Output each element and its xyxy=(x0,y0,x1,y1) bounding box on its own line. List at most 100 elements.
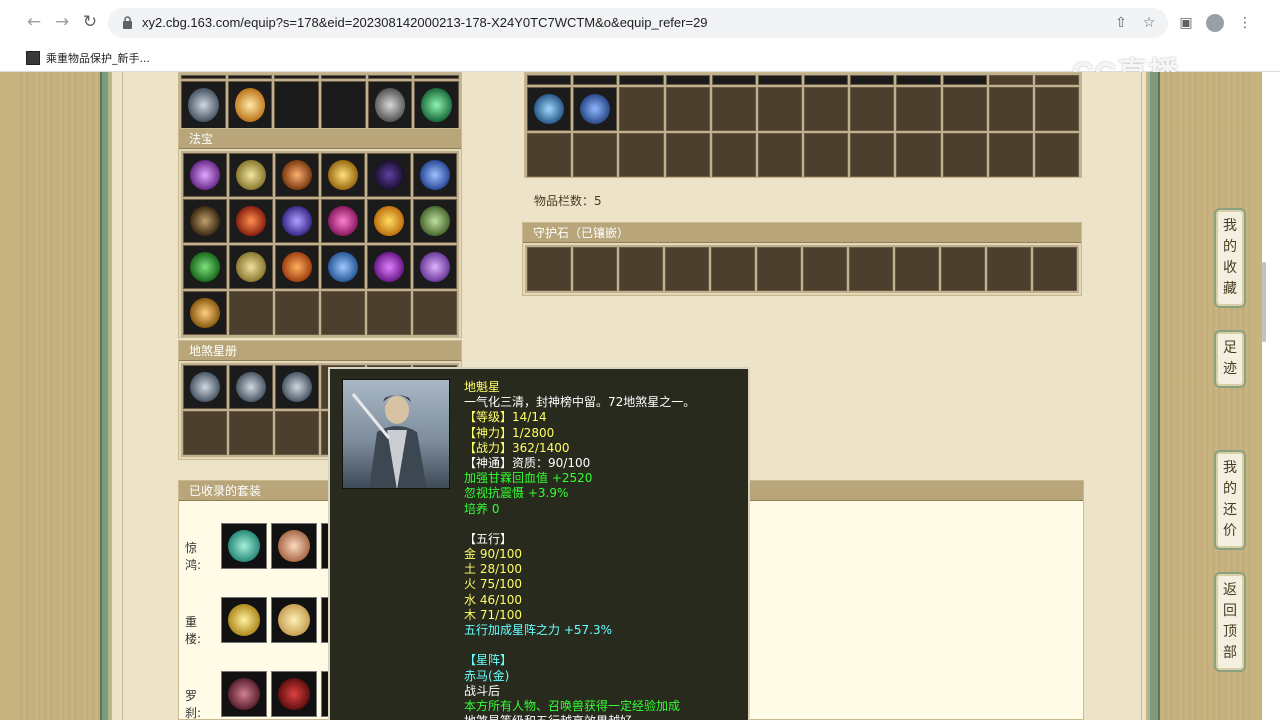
suit-item[interactable] xyxy=(221,597,267,643)
item-slot[interactable] xyxy=(711,75,756,85)
item-slot[interactable] xyxy=(665,75,710,85)
item-slot[interactable] xyxy=(367,291,411,335)
item-slot[interactable] xyxy=(942,75,987,85)
item-slot[interactable] xyxy=(850,133,895,177)
suit-item[interactable] xyxy=(221,671,267,717)
item-slot[interactable] xyxy=(413,153,457,197)
item-slot[interactable] xyxy=(183,153,227,197)
item-slot[interactable] xyxy=(321,245,365,289)
item-slot[interactable] xyxy=(850,87,895,131)
url-text[interactable]: xy2.cbg.163.com/equip?s=178&eid=20230814… xyxy=(142,15,708,30)
item-slot[interactable] xyxy=(181,81,226,129)
item-slot[interactable] xyxy=(619,133,664,177)
item-slot[interactable] xyxy=(227,81,273,129)
item-slot[interactable] xyxy=(183,411,227,455)
item-slot[interactable] xyxy=(942,87,987,131)
item-slot[interactable] xyxy=(229,199,273,243)
forward-arrow-icon[interactable]: → xyxy=(52,12,72,32)
suit-item[interactable] xyxy=(271,597,317,643)
item-slot[interactable] xyxy=(183,199,227,243)
item-slot[interactable] xyxy=(988,75,1033,85)
item-slot[interactable] xyxy=(757,75,802,85)
item-slot[interactable] xyxy=(895,247,939,291)
item-slot[interactable] xyxy=(619,87,664,131)
item-slot[interactable] xyxy=(527,87,572,131)
item-slot[interactable] xyxy=(1033,247,1077,291)
item-slot[interactable] xyxy=(804,133,849,177)
item-slot[interactable] xyxy=(711,87,756,131)
item-slot[interactable] xyxy=(321,81,366,129)
item-slot[interactable] xyxy=(1034,133,1079,177)
item-slot[interactable] xyxy=(527,247,571,291)
item-slot[interactable] xyxy=(573,75,618,85)
item-slot[interactable] xyxy=(274,81,319,129)
item-slot[interactable] xyxy=(414,81,459,129)
item-slot[interactable] xyxy=(988,133,1033,177)
item-slot[interactable] xyxy=(1034,87,1079,131)
item-slot[interactable] xyxy=(274,75,319,79)
suit-item[interactable] xyxy=(221,523,267,569)
item-slot[interactable] xyxy=(757,247,801,291)
item-slot[interactable] xyxy=(367,245,411,289)
address-bar[interactable]: xy2.cbg.163.com/equip?s=178&eid=20230814… xyxy=(108,8,1168,38)
item-slot[interactable] xyxy=(665,87,710,131)
bookmark-item[interactable]: 乘重物品保护_新手... xyxy=(26,49,150,67)
footprint-button[interactable]: 足迹 xyxy=(1214,330,1246,388)
item-slot[interactable] xyxy=(849,247,893,291)
item-slot[interactable] xyxy=(414,75,459,79)
item-slot[interactable] xyxy=(757,133,802,177)
item-slot[interactable] xyxy=(321,153,365,197)
item-slot[interactable] xyxy=(275,291,319,335)
item-slot[interactable] xyxy=(183,365,227,409)
item-slot[interactable] xyxy=(227,75,273,79)
item-slot[interactable] xyxy=(527,75,572,85)
item-slot[interactable] xyxy=(183,291,227,335)
item-slot[interactable] xyxy=(275,199,319,243)
item-slot[interactable] xyxy=(183,245,227,289)
item-slot[interactable] xyxy=(573,247,617,291)
item-slot[interactable] xyxy=(229,291,273,335)
item-slot[interactable] xyxy=(229,411,273,455)
suit-item[interactable] xyxy=(271,671,317,717)
item-slot[interactable] xyxy=(527,133,572,177)
sidebar-icon[interactable]: ▣ xyxy=(1177,14,1195,32)
item-slot[interactable] xyxy=(275,365,319,409)
item-slot[interactable] xyxy=(896,75,941,85)
item-slot[interactable] xyxy=(275,411,319,455)
item-slot[interactable] xyxy=(804,75,849,85)
item-slot[interactable] xyxy=(229,153,273,197)
item-slot[interactable] xyxy=(367,75,413,79)
item-slot[interactable] xyxy=(850,75,895,85)
item-slot[interactable] xyxy=(988,87,1033,131)
item-slot[interactable] xyxy=(275,153,319,197)
item-slot[interactable] xyxy=(711,247,755,291)
item-slot[interactable] xyxy=(665,133,710,177)
profile-avatar-icon[interactable] xyxy=(1206,14,1224,32)
item-slot[interactable] xyxy=(941,247,985,291)
menu-dots-icon[interactable]: ⋮ xyxy=(1236,14,1254,32)
bargain-button[interactable]: 我的还价 xyxy=(1214,450,1246,550)
item-slot[interactable] xyxy=(896,87,941,131)
item-slot[interactable] xyxy=(711,133,756,177)
item-slot[interactable] xyxy=(229,365,273,409)
item-slot[interactable] xyxy=(321,75,366,79)
item-slot[interactable] xyxy=(181,75,226,79)
item-slot[interactable] xyxy=(367,81,413,129)
reload-icon[interactable]: ↻ xyxy=(80,12,100,32)
item-slot[interactable] xyxy=(413,245,457,289)
item-slot[interactable] xyxy=(619,247,663,291)
star-icon[interactable]: ☆ xyxy=(1140,14,1158,32)
item-slot[interactable] xyxy=(665,247,709,291)
item-slot[interactable] xyxy=(321,199,365,243)
suit-item[interactable] xyxy=(271,523,317,569)
item-slot[interactable] xyxy=(367,199,411,243)
item-slot[interactable] xyxy=(229,245,273,289)
back-to-top-button[interactable]: 返回顶部 xyxy=(1214,572,1246,672)
item-slot[interactable] xyxy=(804,87,849,131)
item-slot[interactable] xyxy=(413,291,457,335)
item-slot[interactable] xyxy=(803,247,847,291)
scrollbar-thumb[interactable] xyxy=(1262,262,1266,342)
item-slot[interactable] xyxy=(573,87,618,131)
item-slot[interactable] xyxy=(413,199,457,243)
item-slot[interactable] xyxy=(757,87,802,131)
